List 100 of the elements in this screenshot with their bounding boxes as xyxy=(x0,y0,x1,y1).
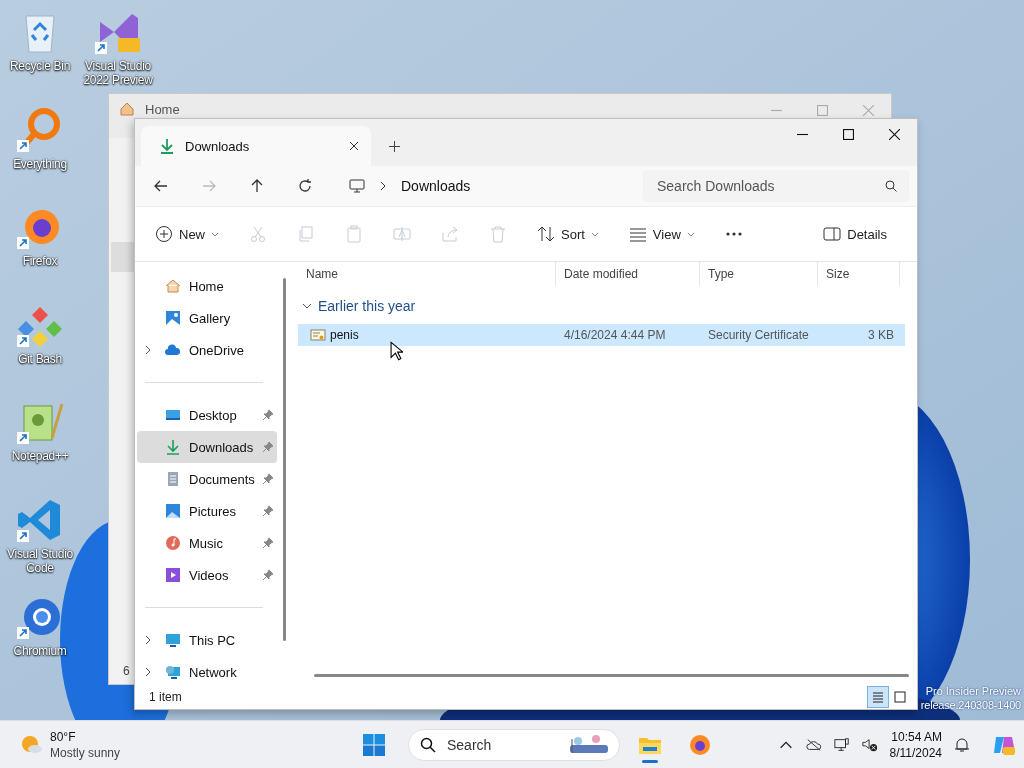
group-header[interactable]: Earlier this year xyxy=(298,288,917,324)
column-header[interactable]: Date modified xyxy=(556,262,700,286)
details-button[interactable]: Details xyxy=(815,217,895,251)
nav-item[interactable]: Videos xyxy=(137,559,277,591)
search-field[interactable]: Search Downloads xyxy=(643,170,909,202)
weather-text[interactable]: Mostly sunny xyxy=(50,744,121,761)
start-icon[interactable] xyxy=(362,732,386,757)
download-icon xyxy=(159,138,175,154)
new-button[interactable]: New xyxy=(147,217,227,251)
cloud-icon xyxy=(165,342,181,358)
scissors-icon xyxy=(249,225,267,243)
gallery-icon xyxy=(165,310,181,326)
table-cell-text: Security Certificate xyxy=(707,328,810,342)
nav-item[interactable]: This PC xyxy=(137,624,277,656)
search-icon xyxy=(420,736,436,753)
pictures-icon xyxy=(165,503,181,519)
chevron-icon xyxy=(302,302,312,310)
network-icon xyxy=(165,664,181,680)
pin-icon xyxy=(263,474,273,484)
nav-item[interactable]: Desktop xyxy=(137,399,277,431)
close-icon[interactable] xyxy=(889,129,900,140)
nav-item[interactable]: Documents xyxy=(137,463,277,495)
details-view-button[interactable] xyxy=(867,686,889,708)
search-field[interactable]: Search xyxy=(408,728,620,761)
pin-icon xyxy=(263,538,273,548)
status-text: 1 item xyxy=(149,690,182,704)
cloud-off-icon[interactable] xyxy=(805,736,822,753)
chevron-icon[interactable] xyxy=(144,667,152,677)
sort-icon xyxy=(537,225,555,243)
monitor-icon xyxy=(349,178,365,194)
scrollbar[interactable] xyxy=(314,674,909,677)
more-icon xyxy=(724,231,743,237)
column-header[interactable]: Size xyxy=(818,262,900,286)
refresh-icon[interactable] xyxy=(297,178,313,194)
nav-item[interactable]: Pictures xyxy=(137,495,277,527)
table-cell-text: 3 KB xyxy=(867,328,895,342)
plus-icon xyxy=(155,225,173,243)
tab[interactable]: Downloads xyxy=(141,126,371,166)
up-icon[interactable] xyxy=(249,178,265,194)
chevron-icon xyxy=(379,181,387,191)
close-icon[interactable] xyxy=(349,141,359,151)
documents-icon xyxy=(165,471,181,487)
square-icon xyxy=(894,691,906,703)
pc-icon xyxy=(165,632,181,648)
chevron-icon[interactable] xyxy=(144,635,152,645)
tab-title: Home xyxy=(145,101,180,117)
list-icon xyxy=(628,225,647,243)
sort-button[interactable]: Sort xyxy=(529,217,607,251)
pin-icon xyxy=(263,570,273,580)
column-header[interactable]: Type xyxy=(700,262,818,286)
caret-icon xyxy=(686,231,695,237)
icon-label: Visual Studio 2022 Preview xyxy=(82,59,154,87)
new-tab-icon[interactable] xyxy=(389,141,400,152)
desktop-icon xyxy=(165,407,181,423)
column-header[interactable]: Name xyxy=(298,262,556,286)
icon-label: Everything xyxy=(13,156,67,171)
pin-icon xyxy=(263,506,273,516)
nav-item[interactable]: Downloads xyxy=(137,431,277,463)
app-icon xyxy=(688,732,712,757)
table-cell-text: 4/16/2024 4:44 PM xyxy=(563,328,667,342)
nav-item[interactable]: Gallery xyxy=(137,302,277,334)
music-icon xyxy=(165,535,181,551)
address-field[interactable]: Downloads xyxy=(345,170,629,202)
nav-item[interactable]: Music xyxy=(137,527,277,559)
trash-icon xyxy=(489,225,507,243)
icon-label: Notepad++ xyxy=(11,449,69,463)
date-text[interactable]: 8/11/2024 xyxy=(889,744,942,761)
chevron-icon[interactable] xyxy=(144,345,152,355)
search-icon xyxy=(885,180,897,192)
caret-icon xyxy=(590,231,599,237)
home-icon xyxy=(165,278,181,294)
pin-icon xyxy=(263,442,273,452)
status-text: 6 xyxy=(123,664,130,678)
view-button[interactable]: View xyxy=(620,217,703,251)
temperature-text[interactable]: 80°F xyxy=(50,728,121,745)
panel-icon xyxy=(823,225,842,243)
rename-icon xyxy=(393,225,411,243)
paste-icon xyxy=(345,225,363,243)
back-icon[interactable] xyxy=(153,178,169,194)
certificate-icon xyxy=(310,327,326,343)
nav-item[interactable]: Network xyxy=(137,656,277,688)
bell-icon[interactable] xyxy=(954,736,970,753)
icon-label: Git Bash xyxy=(18,351,62,366)
icon-label: Firefox xyxy=(22,254,58,268)
share-icon xyxy=(441,225,459,243)
mouse-cursor xyxy=(390,341,403,361)
file-name: penis xyxy=(330,328,359,342)
network-icon[interactable] xyxy=(833,736,850,753)
home-icon xyxy=(119,101,135,117)
icon-label: Visual Studio Code xyxy=(6,546,74,575)
videos-icon xyxy=(165,567,181,583)
maximize-icon[interactable] xyxy=(843,129,854,140)
speaker-muted-icon[interactable] xyxy=(861,736,878,753)
file-row[interactable]: penis 4/16/2024 4:44 PM Security Certificate 3 KB xyxy=(298,324,905,346)
scrollbar[interactable] xyxy=(283,278,286,641)
pin-icon xyxy=(263,410,273,420)
time-text[interactable]: 10:54 AM xyxy=(891,728,942,745)
nav-item[interactable]: OneDrive xyxy=(137,334,277,366)
icon-label: Recycle Bin xyxy=(9,59,71,73)
nav-item[interactable]: Home xyxy=(137,270,277,302)
